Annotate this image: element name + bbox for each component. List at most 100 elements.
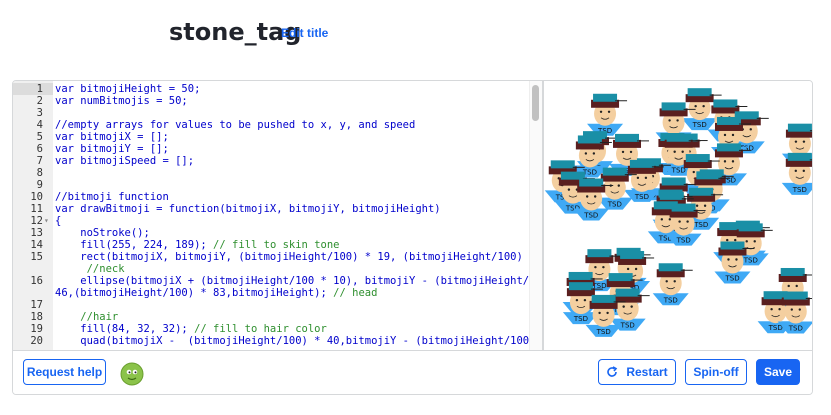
bitmoji-figure: TSD: [587, 93, 628, 136]
line-number: 9: [36, 179, 43, 191]
code-text: {: [55, 215, 62, 227]
svg-text:TSD: TSD: [693, 221, 708, 229]
code-text: var drawBitmoji = function(bitmojiX, bit…: [55, 203, 441, 215]
code-line: //neck: [13, 263, 529, 275]
bottom-toolbar: Request help Restart Spin-off Save: [13, 350, 812, 394]
code-text: ellipse(bitmojiX + (bitmojiHeight/100 * …: [55, 275, 542, 287]
code-text: noStroke();: [55, 227, 150, 239]
code-line: 3: [13, 107, 529, 119]
fold-icon[interactable]: ▾: [44, 215, 49, 227]
spin-off-button[interactable]: Spin-off: [685, 359, 747, 385]
line-number: 18: [30, 311, 43, 323]
line-number: 13: [30, 227, 43, 239]
svg-text:TSD: TSD: [663, 296, 678, 304]
line-number: 8: [36, 167, 43, 179]
output-canvas[interactable]: TSD TSD TSD TSD TSD TSD TSD TSD TSD TSD TSD TSD TSD T…: [544, 81, 812, 350]
code-editor[interactable]: 1 var bitmojiHeight = 50; 2 var numBitmojis…: [13, 81, 542, 350]
code-line: 14 fill(255, 224, 189); // fill to skin …: [13, 239, 529, 251]
line-number: 20: [30, 335, 43, 347]
request-help-label: Request help: [26, 365, 103, 379]
avatar-icon: [120, 362, 144, 386]
code-text: var numBitmojis = 50;: [55, 95, 188, 107]
code-line: 17: [13, 299, 529, 311]
code-line: 9: [13, 179, 529, 191]
svg-text:TSD: TSD: [607, 201, 622, 209]
line-number: 16: [30, 275, 43, 287]
line-number: 17: [30, 299, 43, 311]
line-number: 15: [30, 251, 43, 263]
svg-text:TSD: TSD: [792, 186, 807, 194]
restart-icon: [607, 366, 618, 377]
svg-text:TSD: TSD: [768, 324, 783, 332]
code-text: var bitmojiX = [];: [55, 131, 169, 143]
line-number: 5: [36, 131, 43, 143]
code-line: 11 var drawBitmoji = function(bitmojiX, b…: [13, 203, 529, 215]
line-number: 1: [36, 83, 43, 95]
code-line: 16 ellipse(bitmojiX + (bitmojiHeight/100…: [13, 275, 542, 287]
edit-title-link[interactable]: Edit title: [281, 26, 328, 40]
code-line: 13 noStroke();: [13, 227, 529, 239]
code-lines: 1 var bitmojiHeight = 50; 2 var numBitmojis…: [13, 83, 542, 347]
code-text: var bitmojiHeight = 50;: [55, 83, 201, 95]
code-line: 7 var bitmojiSpeed = [];: [13, 155, 529, 167]
svg-text:TSD: TSD: [743, 256, 758, 264]
code-text: //empty arrays for values to be pushed t…: [55, 119, 416, 131]
code-line: 8: [13, 167, 529, 179]
code-line: 4 //empty arrays for values to be pushed …: [13, 119, 529, 131]
code-text: rect(bitmojiX, bitmojiY, (bitmojiHeight/…: [55, 251, 542, 263]
svg-text:TSD: TSD: [692, 121, 707, 129]
code-line: 18 //hair: [13, 311, 529, 323]
code-line: 46,(bitmojiHeight/100) * 83,bitmojiHeigh…: [13, 287, 529, 299]
editor-scrollbar[interactable]: [529, 81, 542, 350]
code-text: //hair: [80, 311, 119, 323]
line-number: 6: [36, 143, 43, 155]
restart-button[interactable]: Restart: [598, 359, 676, 385]
line-number: 3: [36, 107, 43, 119]
avatar[interactable]: [119, 360, 145, 386]
svg-text:TSD: TSD: [573, 315, 588, 323]
save-button[interactable]: Save: [756, 359, 800, 385]
code-text: var bitmojiSpeed = [];: [55, 155, 195, 167]
svg-text:TSD: TSD: [596, 328, 611, 336]
code-line: 19 fill(84, 32, 32); // fill to hair col…: [13, 323, 529, 335]
code-text: //neck: [86, 263, 125, 275]
line-number: 11: [30, 203, 43, 215]
editor-frame: 1 var bitmojiHeight = 50; 2 var numBitmojis…: [12, 80, 813, 395]
code-line: 12 ▾ {: [13, 215, 529, 227]
code-line: 2 var numBitmojis = 50;: [13, 95, 529, 107]
request-help-button[interactable]: Request help: [23, 359, 106, 385]
svg-text:TSD: TSD: [634, 193, 649, 201]
code-line: 20 quad(bitmojiX - (bitmojiHeight/100) *…: [13, 335, 542, 347]
line-number: 14: [30, 239, 43, 251]
line-number: 19: [30, 323, 43, 335]
code-line: 10 //bitmoji function: [13, 191, 529, 203]
code-line: 1 var bitmojiHeight = 50;: [13, 83, 529, 95]
code-line: 15 rect(bitmojiX, bitmojiY, (bitmojiHeig…: [13, 251, 542, 263]
code-text: var bitmojiY = [];: [55, 143, 169, 155]
code-text: 46,(bitmojiHeight/100) * 83,bitmojiHeigh…: [55, 287, 378, 299]
svg-text:TSD: TSD: [620, 322, 635, 330]
svg-text:TSD: TSD: [724, 275, 739, 283]
line-number: 4: [36, 119, 43, 131]
code-line: 5 var bitmojiX = [];: [13, 131, 529, 143]
bitmoji-figure: TSD: [652, 263, 693, 306]
editor-scrollbar-thumb[interactable]: [532, 85, 539, 121]
svg-text:TSD: TSD: [676, 237, 691, 245]
restart-label: Restart: [626, 365, 668, 379]
svg-text:TSD: TSD: [788, 325, 803, 333]
spin-off-label: Spin-off: [693, 365, 739, 379]
svg-text:TSD: TSD: [583, 212, 598, 220]
code-text: fill(255, 224, 189); // fill to skin ton…: [55, 239, 340, 251]
bitmoji-figure: TSD: [781, 152, 812, 195]
code-text: quad(bitmojiX - (bitmojiHeight/100) * 40…: [55, 335, 542, 347]
code-text: //bitmoji function: [55, 191, 169, 203]
line-number: 10: [30, 191, 43, 203]
save-label: Save: [763, 365, 793, 379]
line-number: 2: [36, 95, 43, 107]
line-number: 7: [36, 155, 43, 167]
line-number: 12: [30, 215, 43, 227]
canvas-drawing: TSDTSDTSDTSDTSDTSDTSDTSDTSDTSDTSDTSDTSDT…: [544, 88, 812, 337]
svg-text:TSD: TSD: [671, 167, 686, 175]
code-line: 6 var bitmojiY = [];: [13, 143, 529, 155]
code-text: fill(84, 32, 32); // fill to hair color: [55, 323, 327, 335]
